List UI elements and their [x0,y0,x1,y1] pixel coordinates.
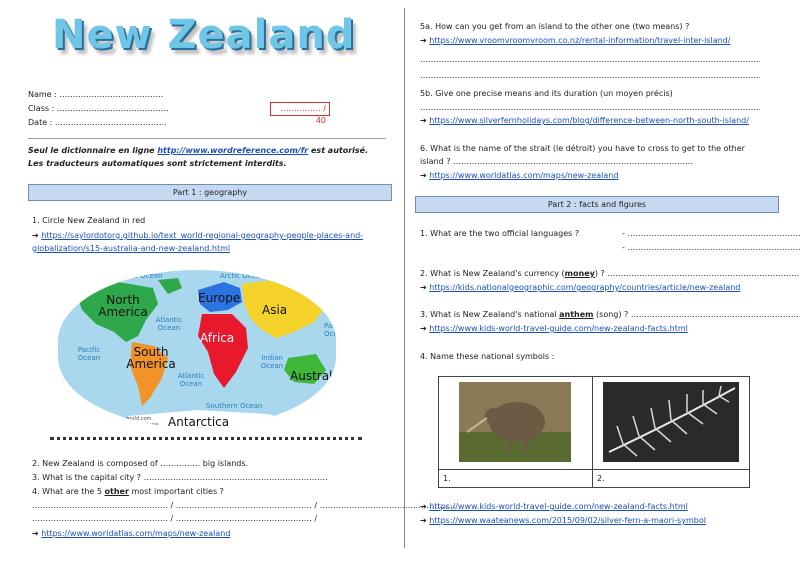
q4-answer-line-1[interactable]: …………………………………………… / …………………………………………… / … [32,501,456,511]
q2-geo: 2. New Zealand is composed of …………… big … [32,459,249,468]
q4-emphasis: other [104,487,129,496]
q4-link-row: ➔ https://www.worldatlas.com/maps/new-ze… [32,529,230,539]
arrow-icon: ➔ [420,116,427,125]
antarctica-label: Antarctica [168,415,230,428]
q5a-link-row: ➔ https://www.vroomvroomvroom.co.nz/rent… [420,36,730,46]
dotted-separator [50,437,362,444]
saylor-link[interactable]: https://saylordotorg.github.io/text_worl… [41,231,363,240]
column-divider [404,8,405,548]
waatea-link[interactable]: https://www.waateanews.com/2015/09/02/si… [429,516,706,525]
class-field[interactable]: Class : …………………………………… [28,104,169,114]
arrow-icon: ➔ [32,231,39,240]
kiwi-bird-icon [459,382,571,462]
worldatlas-link[interactable]: https://www.worldatlas.com/maps/new-zeal… [41,529,230,538]
europe-label: Europe [198,291,241,305]
q4-answer-line-2[interactable]: …………………………………………… / …………………………………………… / [32,514,317,524]
australia-label: Australia [290,369,336,383]
southern-ocean-label: Southern Ocean [206,402,263,410]
arrow-icon: ➔ [420,324,427,333]
natgeo-link[interactable]: https://kids.nationalgeographic.com/geog… [429,283,740,292]
q5a-answer-line-2[interactable]: …………………………………………………………………………………………………………… [420,71,760,81]
q5b-link-row: ➔ https://www.silverfernholidays.com/blo… [420,116,749,126]
name-field[interactable]: Name : ………………………………… [28,90,163,100]
arctic-ocean-label-1: Arctic Ocean [118,272,163,280]
q4-text: 4. What are the 5 [32,487,102,496]
p2-link-b-row: ➔ https://www.waateanews.com/2015/09/02/… [420,516,706,526]
q5a-answer-line-1[interactable]: …………………………………………………………………………………………………………… [420,55,760,65]
symbol-1-answer[interactable]: 1. [439,469,592,488]
q1-link-row2: globalization/s15-australia-and-new-zeal… [32,244,230,254]
p2-q2-text: 2. What is New Zealand's currency ( [420,269,565,278]
q3-geo: 3. What is the capital city ? …………………………… [32,473,328,482]
wordreference-link[interactable]: http://www.wordreference.com/fr [157,146,308,155]
worldatlas-link-2[interactable]: https://www.worldatlas.com/maps/new-zeal… [429,171,618,180]
arctic-ocean-label-2: Arctic Ocean [220,272,265,280]
dictionary-note-text: Seul le dictionnaire en ligne [28,146,155,155]
arrow-icon: ➔ [32,529,39,538]
arrow-icon: ➔ [420,283,427,292]
q4-text-end: most important cities ? [131,487,224,496]
p2-q2: 2. What is New Zealand's currency (money… [420,269,800,279]
atlantic-ocean-label-1: Atlantic Ocean [155,316,183,332]
q5a: 5a. How can you get from an island to th… [420,22,690,31]
kids-travel-link[interactable]: https://www.kids-world-travel-guide.com/… [429,324,688,333]
q5b: 5b. Give one precise means and its durat… [420,89,673,98]
date-field[interactable]: Date : …………………………………… [28,118,167,128]
silverfern-link[interactable]: https://www.silverfernholidays.com/blog/… [429,116,749,125]
q1-link-row: ➔ https://saylordotorg.github.io/text_wo… [32,231,363,241]
pacific-ocean-label-1: Pacific Ocean [77,346,101,362]
symbol-cell-2: 2. [593,377,749,487]
dictionary-note-end: est autorisé. [311,146,369,155]
pacific-ocean-label-2: Pacific Ocean [324,322,336,338]
atlantic-ocean-label-2: Atlantic Ocean [177,372,205,388]
p2-q1: 1. What are the two official languages ? [420,229,580,238]
p2-q2-text-end: ) ? ……………………………………………………………………… [594,269,800,278]
p2-link-a-row: ➔ https://www.kids-world-travel-guide.co… [420,502,688,512]
q4-geo: 4. What are the 5 other most important c… [32,487,224,497]
p2-q3-emphasis: anthem [559,310,594,319]
arrow-icon: ➔ [420,171,427,180]
translators-note: Les traducteurs automatiques sont strict… [28,159,287,168]
symbol-cell-1: 1. [439,377,593,487]
page-title: New Zealand [52,12,356,58]
africa-label: Africa [200,331,235,345]
map-credit-2: Free for personal and educational use [64,422,159,428]
p2-q3-text-end: (song) ? …………………………………………………………… [596,310,800,319]
north-america-label: North America [98,293,148,319]
saylor-link-cont[interactable]: globalization/s15-australia-and-new-zeal… [32,244,230,253]
p2-q1-answer-1[interactable]: - …………………………………………………………… [622,229,800,239]
asia-label: Asia [262,303,288,317]
score-box: …………… / 40 [270,102,330,125]
p2-q3-link-row: ➔ https://www.kids-world-travel-guide.co… [420,324,688,334]
arrow-icon: ➔ [420,36,427,45]
part1-header: Part 1 : geography [28,184,392,201]
q5b-answer-line[interactable]: …………………………………………………………………………………………………………… [420,103,760,113]
arrow-icon: ➔ [420,516,427,525]
symbol-2-answer[interactable]: 2. [593,469,749,488]
divider [28,138,386,139]
south-america-label: South America [126,345,176,371]
silver-fern-icon [603,382,739,462]
p2-q3: 3. What is New Zealand's national anthem… [420,310,800,320]
p2-q4: 4. Name these national symbols : [420,352,555,361]
symbols-table: 1. 2. [438,376,750,488]
kids-travel-link-2[interactable]: https://www.kids-world-travel-guide.com/… [429,502,688,511]
p2-q3-text: 3. What is New Zealand's national [420,310,557,319]
p2-q2-link-row: ➔ https://kids.nationalgeographic.com/ge… [420,283,740,293]
q6-line-1: 6. What is the name of the strait (le dé… [420,144,745,153]
arrow-icon: ➔ [420,502,427,511]
dictionary-note: Seul le dictionnaire en ligne http://www… [28,146,368,156]
q1-geo: 1. Circle New Zealand in red [32,216,146,225]
part2-header: Part 2 : facts and figures [415,196,779,213]
greenland-shape [158,278,182,294]
q6-line-2[interactable]: island ? ……………………………………………………………………………… [420,157,693,167]
p2-q1-answer-2[interactable]: - …………………………………………………………… [622,243,800,253]
indian-ocean-label: Indian Ocean [260,354,284,370]
world-map: Arctic Ocean Arctic Ocean North America … [58,270,336,428]
p2-q2-emphasis: money [564,269,595,278]
q6-link-row: ➔ https://www.worldatlas.com/maps/new-ze… [420,171,618,181]
vroom-link[interactable]: https://www.vroomvroomvroom.co.nz/rental… [429,36,730,45]
